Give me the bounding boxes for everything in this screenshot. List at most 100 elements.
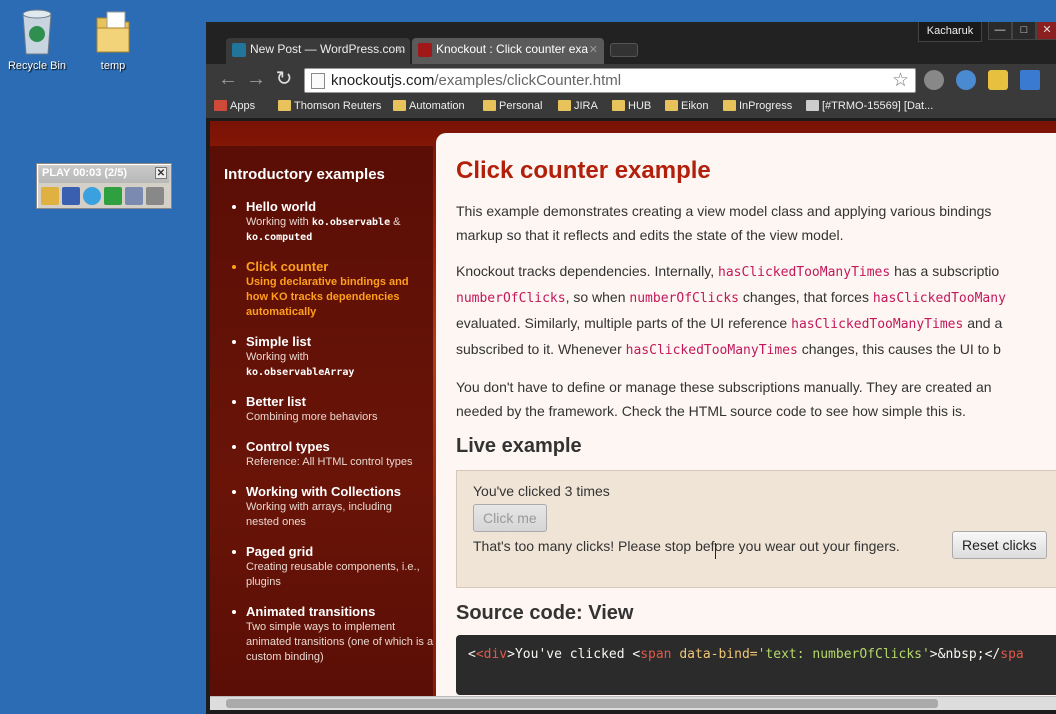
tab-strip: New Post — WordPress.com ✕ Knockout : Cl… xyxy=(206,22,1056,64)
close-icon[interactable]: ✕ xyxy=(395,43,404,56)
scrollbar-thumb[interactable] xyxy=(226,699,938,708)
text-span: subscribed to it. Whenever xyxy=(456,341,626,357)
extension-location-icon[interactable] xyxy=(956,70,976,90)
close-icon[interactable]: ✕ xyxy=(155,167,167,179)
extension-star-icon[interactable] xyxy=(988,70,1008,90)
play-recorder-widget[interactable]: PLAY 00:03 (2/5) ✕ xyxy=(36,163,172,209)
desc-text: Working with xyxy=(246,216,312,228)
recycle-bin-desktop-icon[interactable]: Recycle Bin xyxy=(2,6,72,72)
bookmark-folder[interactable]: Eikon xyxy=(665,100,709,112)
folder-icon xyxy=(558,100,571,111)
tab-knockout[interactable]: Knockout : Click counter exa ✕ xyxy=(412,38,604,64)
sidebar-item-desc: Using declarative bindings and how KO tr… xyxy=(246,276,409,318)
intro-paragraph: This example demonstrates creating a vie… xyxy=(456,199,1056,247)
tools-icon[interactable] xyxy=(146,187,164,205)
sidebar-item-desc: Working with ko.observable & ko.computed xyxy=(246,215,433,245)
forward-arrow-icon[interactable]: → xyxy=(244,68,268,92)
text-span: changes, that forces xyxy=(738,289,873,305)
download-arrow-icon[interactable] xyxy=(1020,70,1040,90)
folder-icon xyxy=(612,100,625,111)
new-tab-button[interactable] xyxy=(610,43,638,57)
reload-icon[interactable]: ↻ xyxy=(272,68,296,92)
bookmark-label: InProgress xyxy=(739,100,793,112)
sidebar-item-desc: Creating reusable components, i.e., plug… xyxy=(246,561,420,588)
maximize-icon[interactable]: □ xyxy=(1012,22,1036,40)
bookmark-folder[interactable]: InProgress xyxy=(723,100,792,112)
bookmark-label: Thomson Reuters xyxy=(294,100,382,112)
code-attr: data-bind= xyxy=(671,647,758,662)
sidebar-item-collections[interactable]: Working with Collections Working with ar… xyxy=(224,484,433,530)
sidebar-item-title: Better list xyxy=(246,394,306,409)
sidebar-item-better-list[interactable]: Better list Combining more behaviors xyxy=(224,394,433,425)
bookmark-star-icon[interactable]: ☆ xyxy=(892,69,909,92)
globe-icon[interactable] xyxy=(83,187,101,205)
desc-code: ko.observableArray xyxy=(246,367,355,378)
browser-window: New Post — WordPress.com ✕ Knockout : Cl… xyxy=(206,22,1056,714)
address-bar[interactable]: knockoutjs.com/examples/clickCounter.htm… xyxy=(304,68,916,93)
temp-folder-label: temp xyxy=(100,60,126,72)
sidebar-item-title: Simple list xyxy=(246,334,312,349)
sidebar-item-title: Animated transitions xyxy=(246,604,376,619)
text-span: changes, this causes the UI to b xyxy=(797,341,1001,357)
sidebar-item-title: Working with Collections xyxy=(246,484,402,499)
extension-globe-icon[interactable] xyxy=(924,70,944,90)
sidebar-item-click-counter[interactable]: Click counter Using declarative bindings… xyxy=(224,259,433,320)
live-example-heading: Live example xyxy=(456,435,582,457)
bookmark-folder[interactable]: HUB xyxy=(612,100,651,112)
desc-text: & xyxy=(390,216,401,228)
examples-sidebar: Introductory examples Hello world Workin… xyxy=(210,146,433,696)
inline-code: hasClickedTooManyTimes xyxy=(625,343,798,358)
minimize-icon[interactable]: — xyxy=(988,22,1012,40)
sidebar-item-hello-world[interactable]: Hello world Working with ko.observable &… xyxy=(224,199,433,245)
calendar-icon[interactable] xyxy=(125,187,143,205)
text-span: evaluated. Similarly, multiple parts of … xyxy=(456,315,792,331)
bookmark-jira-link[interactable]: [#TRMO-15569] [Dat... xyxy=(806,100,933,112)
tab-wordpress[interactable]: New Post — WordPress.com ✕ xyxy=(226,38,410,64)
text-line: markup so that it reflects and edits the… xyxy=(456,227,844,243)
back-arrow-icon[interactable]: ← xyxy=(216,68,240,92)
text-span: and a xyxy=(963,315,1003,331)
desc-text: Working with xyxy=(246,351,309,363)
horizontal-scrollbar[interactable] xyxy=(210,696,1056,710)
sidebar-item-title: Hello world xyxy=(246,199,317,214)
code-text: < xyxy=(468,647,476,662)
text-line: needed by the framework. Check the HTML … xyxy=(456,403,966,419)
sidebar-item-desc: Working with ko.observableArray xyxy=(246,350,433,380)
text-span: has a subscriptio xyxy=(890,263,1000,279)
bookmark-label: Automation xyxy=(409,100,465,112)
sidebar-item-animated-transitions[interactable]: Animated transitions Two simple ways to … xyxy=(224,604,433,665)
source-code-heading: Source code: View xyxy=(456,602,634,624)
sidebar-item-control-types[interactable]: Control types Reference: All HTML contro… xyxy=(224,439,433,470)
bookmark-folder[interactable]: Personal xyxy=(483,100,542,112)
user-profile-badge[interactable]: Kacharuk xyxy=(918,22,982,42)
page-viewport: Introductory examples Hello world Workin… xyxy=(210,121,1056,696)
sidebar-item-simple-list[interactable]: Simple list Working with ko.observableAr… xyxy=(224,334,433,380)
code-string: 'text: numberOfClicks' xyxy=(757,647,930,662)
temp-folder-desktop-icon[interactable]: temp xyxy=(78,6,148,72)
sidebar-item-paged-grid[interactable]: Paged grid Creating reusable components,… xyxy=(224,544,433,590)
click-count-text: You've clicked 3 times xyxy=(473,483,610,499)
bookmark-label: JIRA xyxy=(574,100,598,112)
folder-icon xyxy=(665,100,678,111)
save-icon[interactable] xyxy=(62,187,80,205)
open-icon[interactable] xyxy=(41,187,59,205)
code-tag: <div xyxy=(475,647,508,662)
inline-code: numberOfClicks xyxy=(456,291,566,306)
bookmark-folder[interactable]: Thomson Reuters xyxy=(278,100,381,112)
tab-label: New Post — WordPress.com xyxy=(250,42,406,56)
text-span: Knockout tracks dependencies. Internally… xyxy=(456,263,719,279)
bookmark-label: Eikon xyxy=(681,100,709,112)
bookmark-folder[interactable]: JIRA xyxy=(558,100,598,112)
sidebar-item-desc: Working with arrays, including nested on… xyxy=(246,501,392,528)
click-me-button[interactable]: Click me xyxy=(473,504,547,532)
bookmark-apps[interactable]: Apps xyxy=(214,100,255,112)
main-content: Click counter example This example demon… xyxy=(436,133,1056,696)
live-example-box: You've clicked 3 times Click me That's t… xyxy=(456,470,1056,588)
window-close-icon[interactable]: ✕ xyxy=(1036,22,1056,40)
bookmark-folder[interactable]: Automation xyxy=(393,100,465,112)
sidebar-item-desc: Reference: All HTML control types xyxy=(246,456,413,468)
run-icon[interactable] xyxy=(104,187,122,205)
close-icon[interactable]: ✕ xyxy=(589,43,598,56)
wordpress-icon xyxy=(232,43,246,57)
reset-clicks-button[interactable]: Reset clicks xyxy=(952,531,1047,559)
